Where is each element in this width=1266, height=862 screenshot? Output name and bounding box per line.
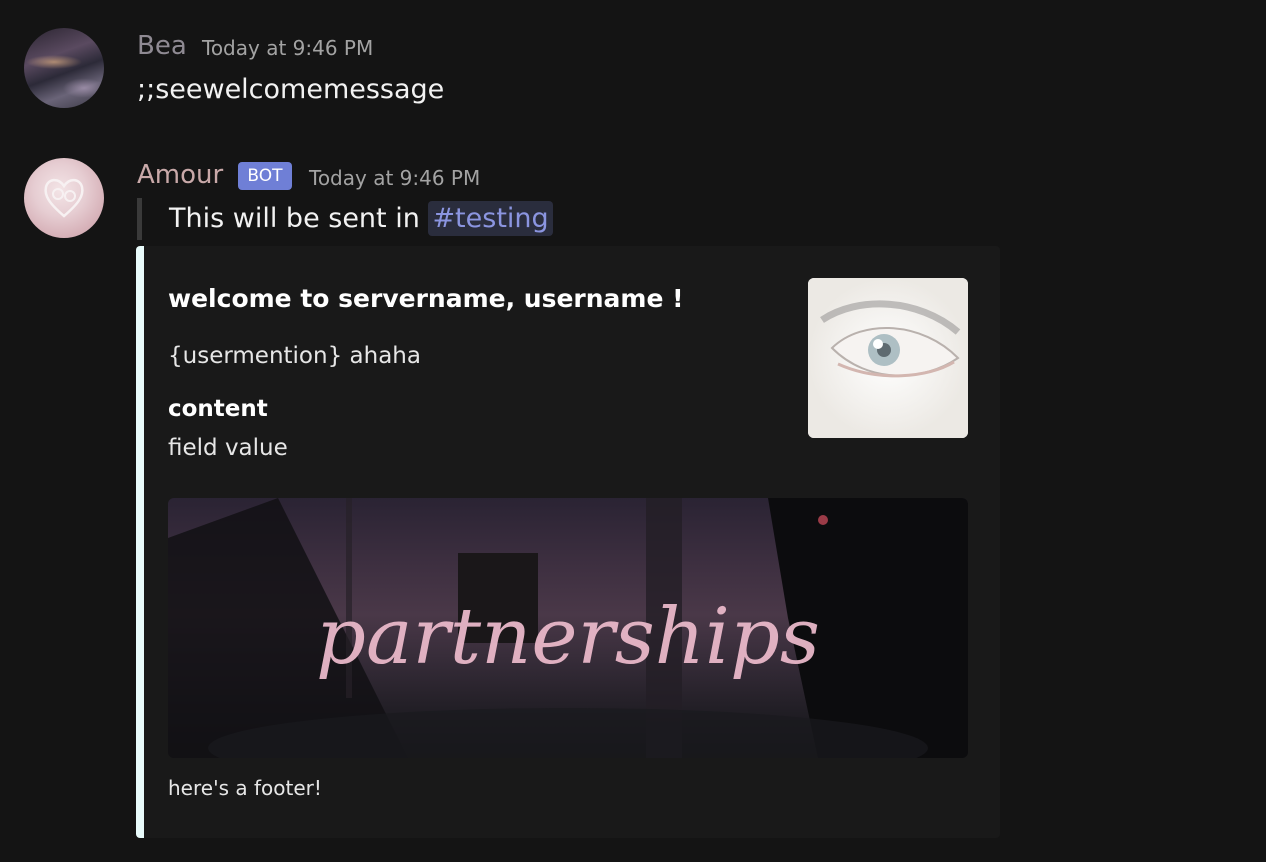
username-bea[interactable]: Bea	[137, 30, 187, 62]
avatar-bea[interactable]	[24, 28, 104, 108]
reply-prefix: This will be sent in	[169, 203, 420, 234]
quote-bar	[137, 198, 142, 240]
embed-thumbnail[interactable]	[808, 278, 968, 438]
partnerships-banner-text: partnerships	[316, 592, 820, 682]
embed-description: {usermention} ahaha	[168, 343, 421, 369]
embed-field-name: content	[168, 396, 268, 422]
embed-field-value: field value	[168, 435, 288, 461]
chat-view: Bea Today at 9:46 PM ;;seewelcomemessage…	[0, 0, 1266, 862]
partnerships-banner: partnerships	[168, 498, 968, 758]
embed-title: welcome to servername, username !	[168, 284, 684, 313]
timestamp-bea: Today at 9:46 PM	[202, 36, 374, 60]
heart-logo-icon	[44, 178, 84, 218]
message-text-bea: ;;seewelcomemessage	[137, 74, 445, 105]
embed-card: welcome to servername, username ! {userm…	[136, 246, 1000, 838]
embed-footer: here's a footer!	[168, 776, 322, 800]
message-text-amour: This will be sent in #testing	[169, 201, 553, 236]
bot-badge: BOT	[238, 162, 292, 190]
username-amour[interactable]: Amour	[137, 159, 223, 191]
channel-mention[interactable]: #testing	[428, 201, 553, 236]
embed-accent-bar	[136, 246, 144, 838]
avatar-amour[interactable]	[24, 158, 104, 238]
eye-image-icon	[808, 278, 968, 438]
embed-image[interactable]: partnerships	[168, 498, 968, 758]
timestamp-amour: Today at 9:46 PM	[309, 166, 481, 190]
